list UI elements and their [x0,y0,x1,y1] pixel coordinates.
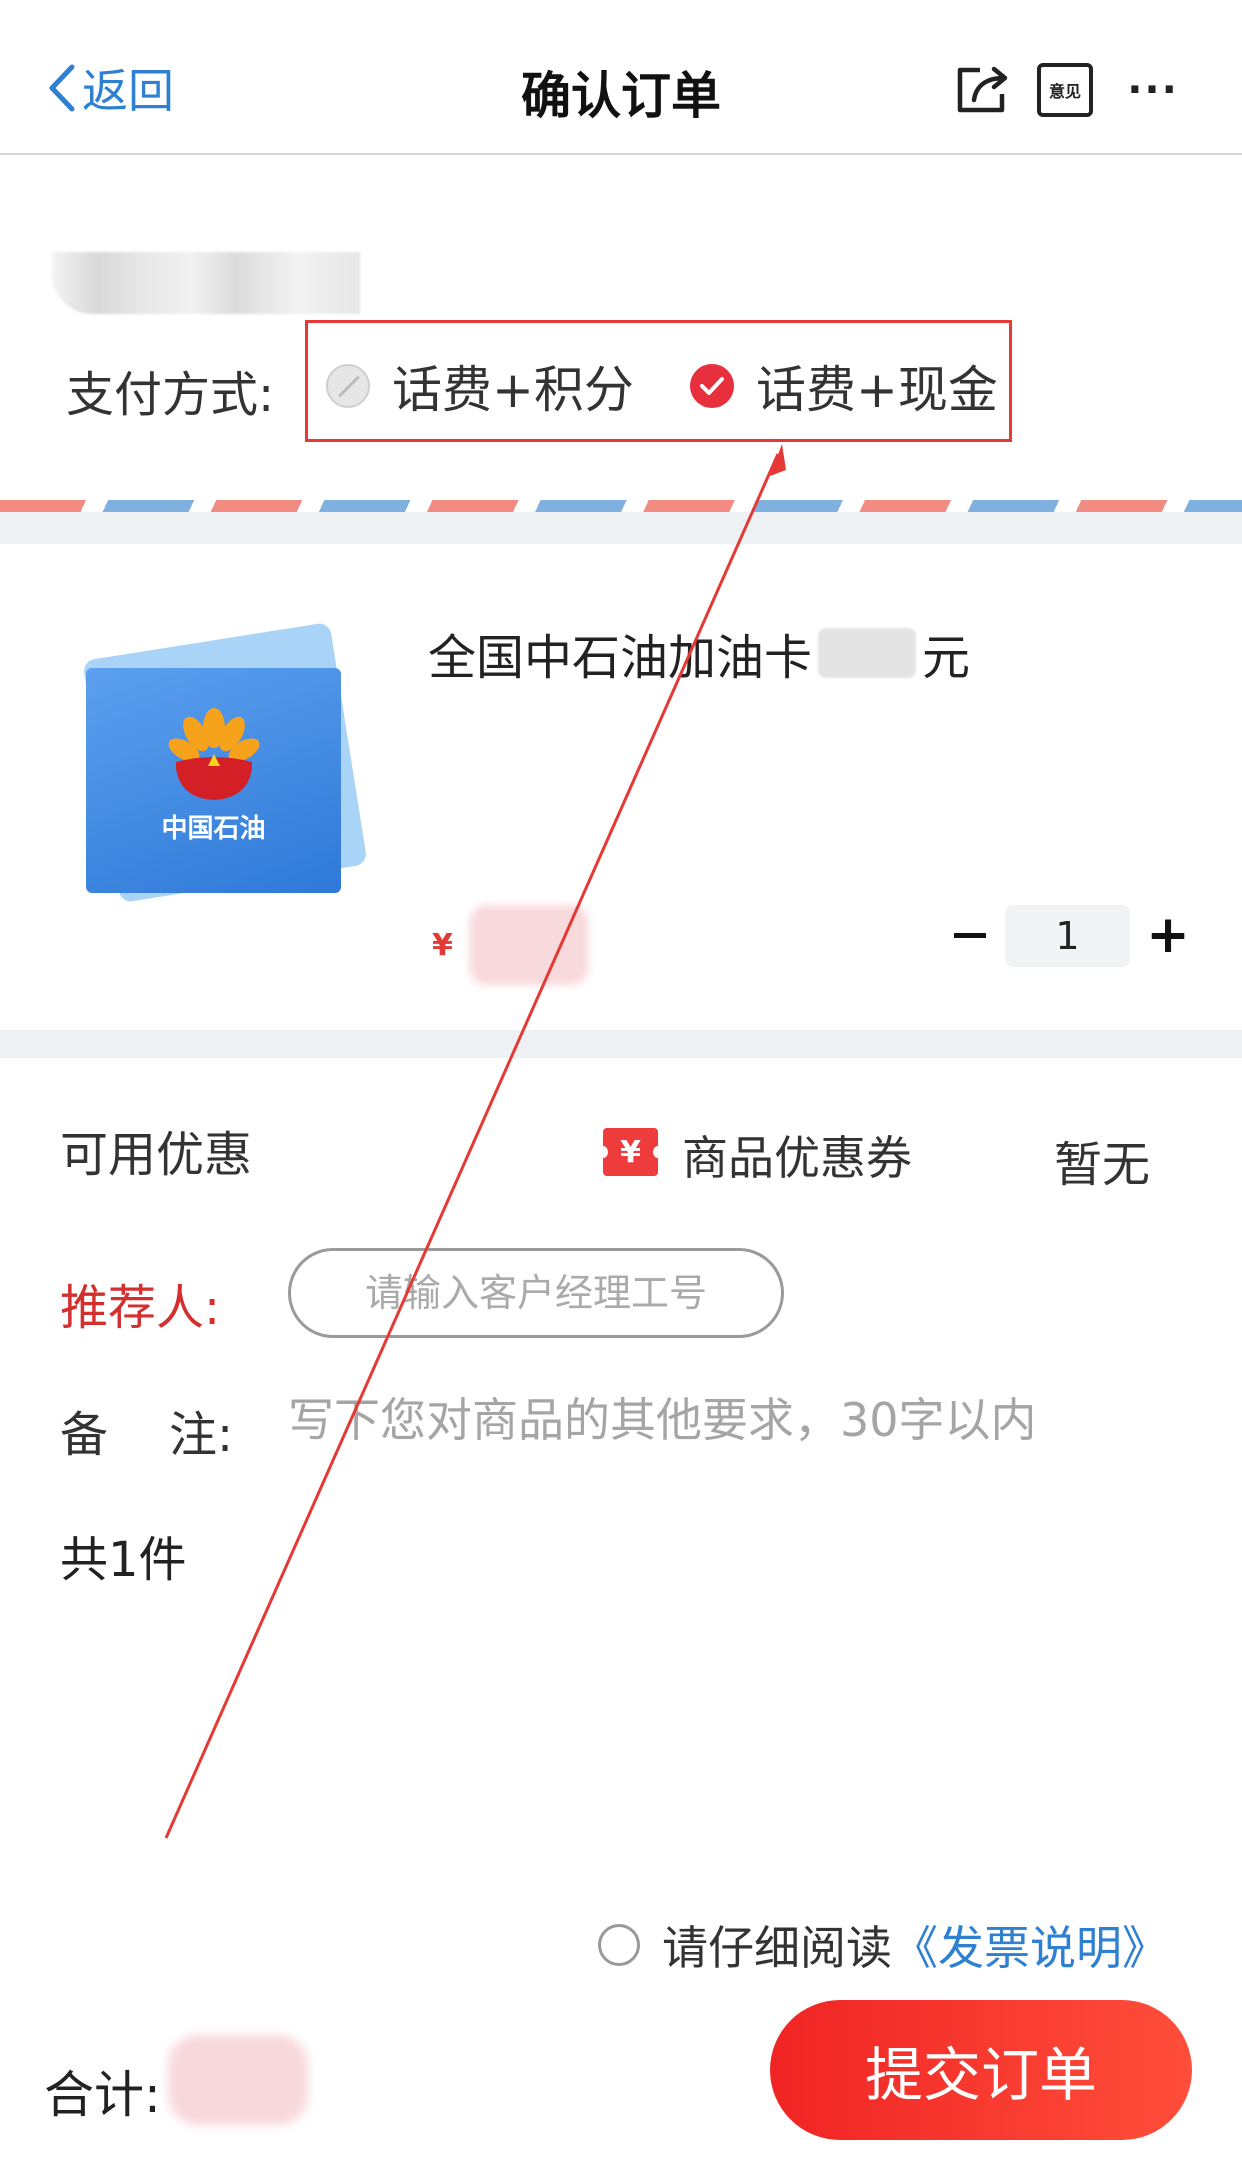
product-title-prefix: 全国中石油加油卡 [428,630,813,686]
feedback-button[interactable]: 意见 [1035,60,1095,120]
share-button[interactable] [953,60,1013,120]
card-brand-text: 中国石油 [161,814,266,844]
payment-option-points[interactable]: 话费+积分 [326,350,634,422]
invoice-agreement: 请仔细阅读 《发票说明》 [598,1912,1168,1978]
section-divider [0,1030,1242,1058]
quantity-input[interactable]: 1 [1005,905,1130,967]
discount-label: 可用优惠 [60,1127,253,1183]
product-image: 中国石油 [80,621,368,920]
item-count: 共1件 [60,1532,187,1588]
coupon-label[interactable]: 商品优惠券 [682,1122,912,1188]
airmail-stripe [0,500,1242,512]
payment-option-cash[interactable]: 话费+现金 [690,350,998,422]
feedback-icon: 意见 [1037,63,1093,117]
quantity-decrease-button[interactable] [950,905,990,965]
payment-label: 支付方式: [66,367,275,423]
nav-bar: 返回 确认订单 意见 ··· [0,0,1242,155]
price-currency: ¥ [432,928,453,963]
payment-option-label: 话费+现金 [756,361,998,419]
checkmark-icon [700,377,724,395]
back-button[interactable]: 返回 [46,58,174,118]
petrochina-logo-icon [168,708,259,800]
quantity-increase-button[interactable]: + [1146,905,1190,965]
gas-card: 中国石油 [86,668,341,893]
share-icon [957,66,1008,113]
minus-icon [954,932,986,938]
referrer-label: 推荐人: [60,1280,221,1336]
product-title-suffix: 元 [922,630,971,686]
chevron-left-icon [49,64,75,112]
total-label: 合计: [44,2066,161,2124]
redacted-amount [818,628,917,678]
page-title: 确认订单 [521,67,721,125]
coupon-icon: ¥ [598,1128,663,1176]
radio-disabled-icon [326,364,370,408]
redacted-price [470,905,588,985]
referrer-input[interactable] [288,1248,784,1338]
section-divider [0,512,1242,544]
remark-input[interactable] [288,1385,1138,1455]
more-button[interactable]: ··· [1123,60,1183,120]
redacted-total [168,2035,308,2125]
submit-order-button[interactable]: 提交订单 [770,2000,1192,2140]
invoice-link[interactable]: 《发票说明》 [892,1912,1168,1978]
back-label: 返回 [82,64,174,118]
redacted-area [52,252,360,314]
radio-checked-icon [690,364,734,408]
agreement-checkbox[interactable] [598,1924,640,1966]
product-title: 全国中石油加油卡 元 [428,618,970,688]
payment-option-label: 话费+积分 [392,361,634,419]
invoice-prefix: 请仔细阅读 [662,1921,892,1975]
feedback-label: 意见 [1048,82,1081,101]
remark-label: 备 注: [60,1407,234,1463]
more-icon: ··· [1127,67,1179,113]
coupon-value[interactable]: 暂无 [1054,1125,1150,1195]
